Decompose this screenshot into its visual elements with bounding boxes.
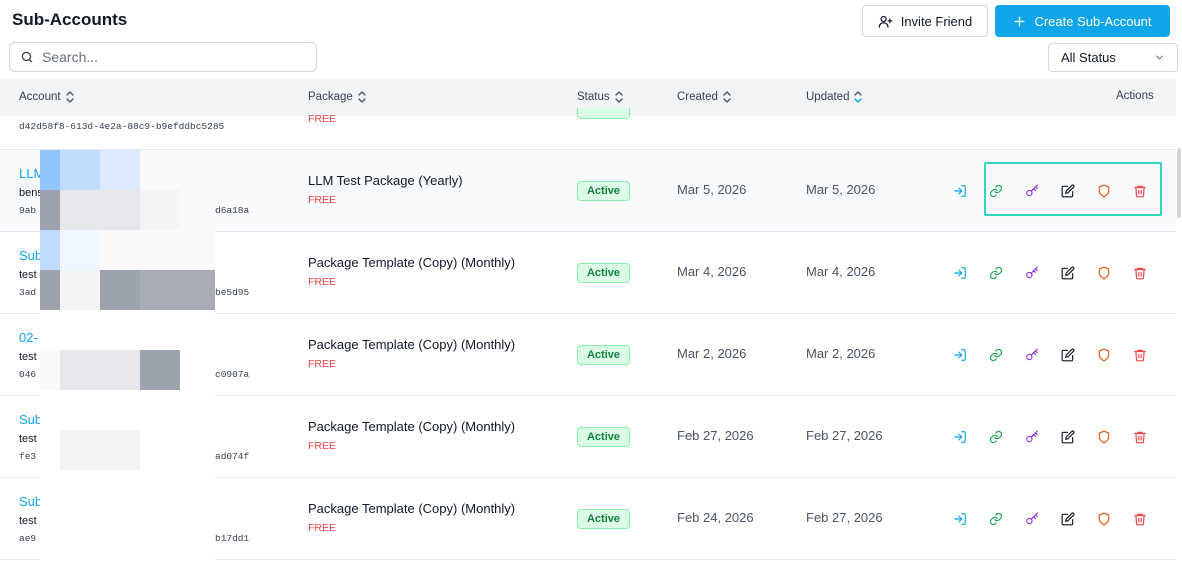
account-email: test [19,433,37,445]
edit-icon[interactable] [1060,511,1076,527]
scrollbar[interactable] [1177,148,1181,218]
login-as-icon[interactable] [952,265,968,281]
updated-date: Mar 2, 2026 [806,346,876,361]
account-id-start: fe3 [19,451,37,462]
create-sub-account-button[interactable]: Create Sub-Account [995,5,1170,37]
shield-icon[interactable] [1096,511,1112,527]
column-header-account[interactable]: Account [19,90,75,104]
status-filter-value: All Status [1061,50,1116,65]
plus-icon [1014,15,1025,27]
account-id: d42d58f8-613d-4e2a-88c9-b9efddbc5285 [19,121,225,132]
link-icon[interactable] [988,429,1004,445]
updated-date: Feb 27, 2026 [806,428,883,443]
package-name: Package Template (Copy) (Monthly) [308,501,516,516]
login-as-icon[interactable] [952,511,968,527]
search-icon [21,51,33,63]
package-name: Package Template (Copy) (Monthly) [308,337,516,352]
account-id-end: b17dd1 [215,533,250,544]
account-email: test [19,269,37,281]
created-date: Feb 27, 2026 [677,428,754,443]
search-box[interactable] [9,42,317,72]
account-name-link[interactable]: Sub [19,494,42,509]
column-header-created[interactable]: Created [677,90,732,104]
package-name: Package Template (Copy) (Monthly) [308,255,516,270]
edit-icon[interactable] [1060,429,1076,445]
account-id-start: 3ad [19,287,37,298]
package-tier: FREE [308,276,337,288]
account-email: test [19,351,37,363]
updated-date: Mar 5, 2026 [806,182,876,197]
key-icon[interactable] [1024,429,1040,445]
updated-date: Mar 4, 2026 [806,264,876,279]
package-tier: FREE [308,113,337,125]
login-as-icon[interactable] [952,183,968,199]
create-sub-account-label: Create Sub-Account [1034,13,1152,29]
package-tier: FREE [308,194,337,206]
login-as-icon[interactable] [952,347,968,363]
account-name-link[interactable]: Sub [19,412,42,427]
account-id-end: be5d95 [215,287,250,298]
invite-friend-label: Invite Friend [900,13,973,29]
created-date: Mar 2, 2026 [677,346,747,361]
status-badge [577,108,630,119]
status-badge: Active [577,263,630,283]
shield-icon[interactable] [1096,347,1112,363]
edit-icon[interactable] [1060,347,1076,363]
account-name-link[interactable]: Sub [19,248,42,263]
status-badge: Active [577,181,630,201]
package-tier: FREE [308,522,337,534]
status-badge: Active [577,509,630,529]
account-id-end: d6a18a [215,205,250,216]
edit-icon[interactable] [1060,265,1076,281]
link-icon[interactable] [988,511,1004,527]
column-header-package[interactable]: Package [308,90,367,104]
package-tier: FREE [308,358,337,370]
shield-icon[interactable] [1096,429,1112,445]
delete-icon[interactable] [1132,265,1148,281]
column-header-status[interactable]: Status [577,90,624,104]
sort-icon [614,91,623,103]
key-icon[interactable] [1024,347,1040,363]
column-header-actions: Actions [1116,90,1154,102]
package-name: Package Template (Copy) (Monthly) [308,419,516,434]
package-name: LLM Test Package (Yearly) [308,173,463,188]
shield-icon[interactable] [1096,265,1112,281]
page-title: Sub-Accounts [12,10,128,29]
account-id-start: 046 [19,369,37,380]
delete-icon[interactable] [1132,347,1148,363]
column-header-updated[interactable]: Updated [806,90,863,104]
user-plus-icon [878,15,893,28]
status-filter-select[interactable]: All Status [1048,43,1178,72]
account-name-link[interactable]: 02- [19,330,38,345]
sort-icon [723,91,731,103]
account-email: test [19,515,37,527]
link-icon[interactable] [988,347,1004,363]
chevron-down-icon [1156,55,1163,60]
created-date: Feb 24, 2026 [677,510,754,525]
sort-icon [854,91,863,103]
account-id-start: ae9 [19,533,37,544]
invite-friend-button[interactable]: Invite Friend [862,5,988,37]
sort-icon [65,91,74,103]
updated-date: Feb 27, 2026 [806,510,883,525]
delete-icon[interactable] [1132,511,1148,527]
created-date: Mar 5, 2026 [677,182,747,197]
actions-focus-highlight [984,162,1162,216]
key-icon[interactable] [1024,511,1040,527]
search-input[interactable] [42,49,292,65]
account-id-start: 9ab [19,205,37,216]
account-id-end: c0907a [215,369,250,380]
key-icon[interactable] [1024,265,1040,281]
delete-icon[interactable] [1132,429,1148,445]
account-id-end: ad074f [215,451,250,462]
login-as-icon[interactable] [952,429,968,445]
status-badge: Active [577,345,630,365]
sort-icon [358,91,366,103]
link-icon[interactable] [988,265,1004,281]
created-date: Mar 4, 2026 [677,264,747,279]
status-badge: Active [577,427,630,447]
table-row: d42d58f8-613d-4e2a-88c9-b9efddbc5285 FRE… [0,108,1176,150]
package-tier: FREE [308,440,337,452]
